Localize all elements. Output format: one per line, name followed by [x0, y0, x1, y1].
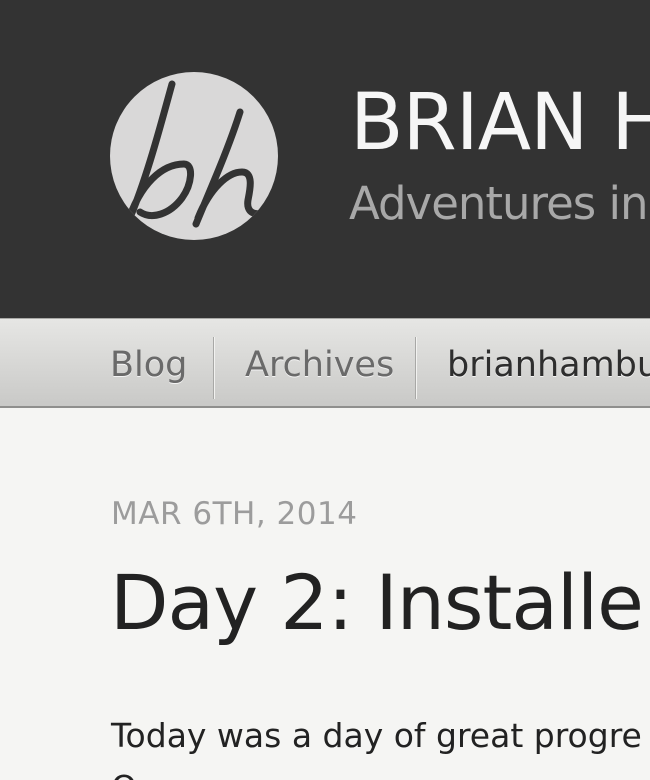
site-subtitle: Adventures in — [349, 177, 649, 230]
nav-item-site-link[interactable]: brianhambu — [447, 343, 650, 387]
site-header: BRIAN H Adventures in — [0, 0, 650, 318]
nav-divider — [415, 337, 417, 399]
nav-item-archives[interactable]: Archives — [245, 343, 394, 387]
nav-item-blog[interactable]: Blog — [110, 343, 187, 387]
bh-monogram-icon — [124, 80, 274, 228]
page: BRIAN H Adventures in Blog Archives bria… — [0, 0, 650, 780]
post-title[interactable]: Day 2: Installe — [110, 558, 644, 648]
post-body-text: O — [111, 766, 137, 780]
main-nav: Blog Archives brianhambu — [0, 318, 650, 408]
site-logo[interactable] — [110, 72, 278, 240]
site-title[interactable]: BRIAN H — [350, 78, 650, 168]
post-date: MAR 6TH, 2014 — [111, 496, 358, 532]
post-body-text: Today was a day of great progre — [111, 716, 642, 755]
nav-divider — [213, 337, 215, 399]
post-content: MAR 6TH, 2014 Day 2: Installe Today was … — [0, 408, 650, 780]
